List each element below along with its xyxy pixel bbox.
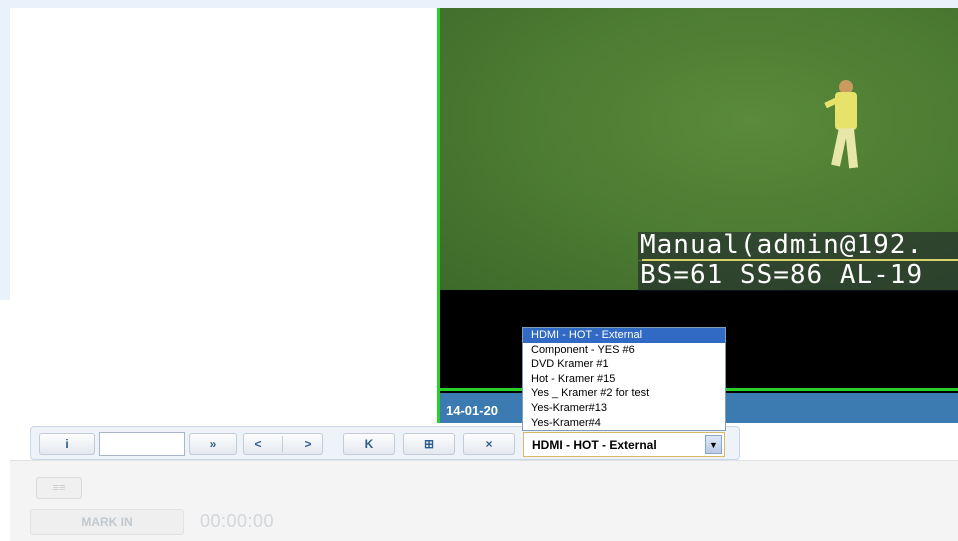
timecode-display: 00:00:00 bbox=[200, 511, 275, 531]
dropdown-option[interactable]: Hot - Kramer #15 bbox=[523, 372, 725, 387]
left-panel bbox=[10, 8, 438, 428]
bottom-controls: ≡≡ MARK IN 00:00:00 bbox=[10, 460, 958, 541]
fast-forward-icon: » bbox=[209, 437, 217, 451]
info-button[interactable]: i bbox=[39, 433, 95, 455]
prev-icon[interactable]: < bbox=[254, 437, 261, 451]
source-select[interactable]: HDMI - HOT - External ▼ bbox=[523, 432, 725, 457]
to-start-icon: K bbox=[364, 437, 374, 451]
osd-line-2: BS=61 SS=86 AL-19 bbox=[640, 260, 924, 290]
dropdown-option[interactable]: Component - YES #6 bbox=[523, 343, 725, 358]
fast-forward-button[interactable]: » bbox=[189, 433, 237, 455]
next-icon[interactable]: > bbox=[304, 437, 311, 451]
frame-input[interactable] bbox=[99, 432, 185, 456]
close-button[interactable]: × bbox=[463, 433, 515, 455]
list-view-button[interactable]: ≡≡ bbox=[36, 477, 82, 499]
video-date-text: 14-01-20 bbox=[446, 403, 499, 418]
page-top-strip bbox=[0, 0, 958, 8]
chevron-down-icon[interactable]: ▼ bbox=[705, 435, 722, 454]
grid-button[interactable]: ⊞ bbox=[403, 433, 455, 455]
page-left-strip bbox=[0, 0, 10, 300]
list-icon: ≡≡ bbox=[52, 482, 66, 494]
dropdown-option[interactable]: Yes _ Kramer #2 for test bbox=[523, 386, 725, 401]
dropdown-option[interactable]: DVD Kramer #1 bbox=[523, 357, 725, 372]
mark-in-button[interactable]: MARK IN bbox=[30, 509, 184, 535]
grid-icon: ⊞ bbox=[423, 437, 435, 451]
video-player-figure bbox=[824, 80, 865, 175]
step-buttons[interactable]: < > bbox=[243, 433, 323, 455]
dropdown-option[interactable]: HDMI - HOT - External bbox=[523, 328, 725, 343]
osd-line-1: Manual(admin@192. bbox=[640, 230, 924, 260]
source-select-value: HDMI - HOT - External bbox=[532, 438, 657, 452]
dropdown-option[interactable]: Yes-Kramer#4 bbox=[523, 416, 725, 431]
to-start-button[interactable]: K bbox=[343, 433, 395, 455]
close-icon: × bbox=[485, 437, 493, 451]
info-icon: i bbox=[65, 437, 69, 451]
source-dropdown-list[interactable]: HDMI - HOT - External Component - YES #6… bbox=[522, 327, 726, 432]
dropdown-option[interactable]: Yes-Kramer#13 bbox=[523, 401, 725, 416]
